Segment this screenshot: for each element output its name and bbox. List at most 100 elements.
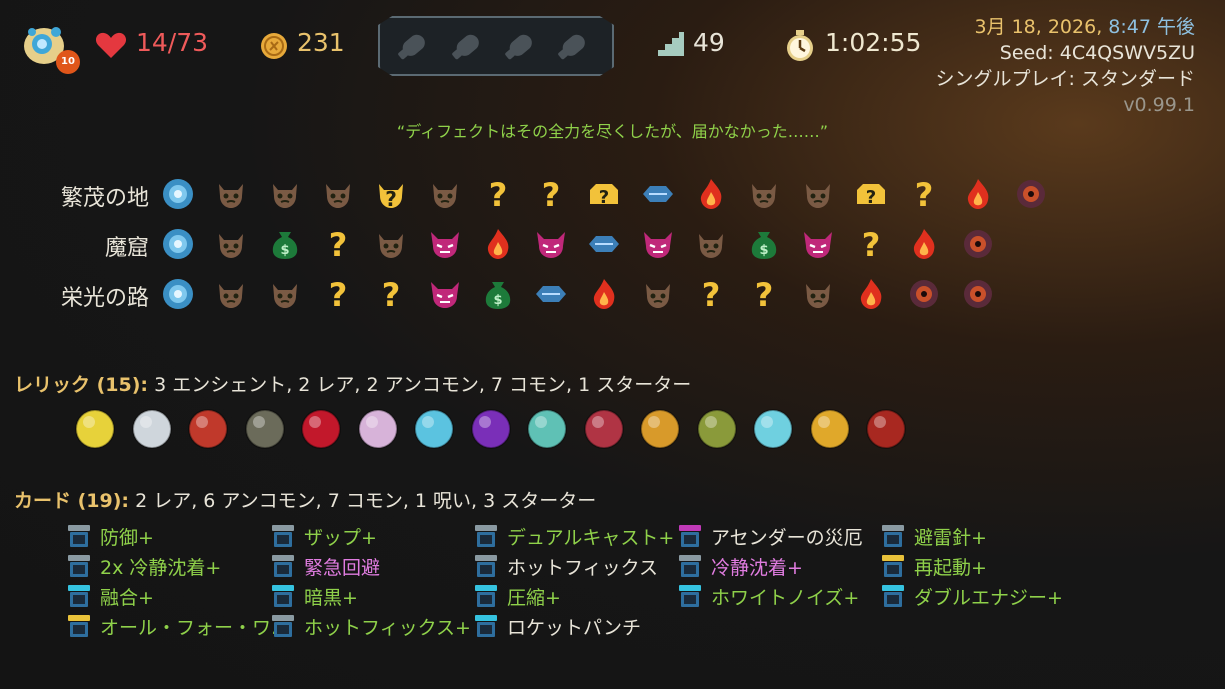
card-name: 防御+ xyxy=(100,527,154,549)
map-node-monster-icon[interactable] xyxy=(267,276,303,312)
gold-coin-icon xyxy=(260,32,288,60)
map-node-rest-icon[interactable] xyxy=(480,226,516,262)
svg-text:?: ? xyxy=(755,276,774,312)
map-node-unknown-icon[interactable]: ? xyxy=(746,276,782,314)
map-node-treasure-icon[interactable] xyxy=(640,176,676,212)
hp-value: 14/73 xyxy=(136,28,209,57)
map-node-treasure-icon[interactable] xyxy=(586,226,622,262)
card-name: デュアルキャスト+ xyxy=(507,527,675,549)
card-name: ダブルエナジー+ xyxy=(914,587,1063,609)
relic-sunflower-pot-icon[interactable] xyxy=(635,402,685,452)
map-node-ancient-icon[interactable] xyxy=(160,226,196,262)
card-skill-icon xyxy=(880,523,906,549)
relic-anvil-icon[interactable] xyxy=(579,402,629,452)
map-node-unknown-icon[interactable]: ? xyxy=(853,226,889,264)
map-node-monster-icon[interactable] xyxy=(800,176,836,212)
card-name: ロケットパンチ xyxy=(507,617,641,639)
relic-ice-crystal-icon[interactable] xyxy=(409,402,459,452)
potion-slot-empty-icon[interactable] xyxy=(554,30,592,62)
relic-dragon-egg-icon[interactable] xyxy=(240,402,290,452)
potion-slot-empty-icon[interactable] xyxy=(394,30,432,62)
map-node-shop-icon[interactable]: $ xyxy=(746,226,782,262)
relic-red-envelope-icon[interactable] xyxy=(296,402,346,452)
relic-potion-flask-icon[interactable] xyxy=(861,402,911,452)
svg-text:$: $ xyxy=(493,293,502,308)
map-node-monster-icon[interactable] xyxy=(373,226,409,262)
map-node-monster-icon[interactable] xyxy=(427,176,463,212)
relic-golden-crown-icon[interactable] xyxy=(805,402,855,452)
relic-lipstick-icon[interactable] xyxy=(183,402,233,452)
svg-text:?: ? xyxy=(385,187,397,211)
gold-value: 231 xyxy=(297,28,345,57)
map-node-unknown-icon[interactable]: ? xyxy=(906,176,942,214)
potion-slot-empty-icon[interactable] xyxy=(448,30,486,62)
death-quote: “ディフェクトはその全力を尽くしたが、届かなかった……” xyxy=(396,122,829,141)
card-name: 冷静沈着+ xyxy=(711,557,803,579)
map-node-elite-icon[interactable] xyxy=(800,226,836,262)
map-node-shop-icon[interactable]: $ xyxy=(267,226,303,262)
act-label: 魔窟 xyxy=(104,236,149,261)
card-skill-icon xyxy=(66,523,92,549)
svg-text:?: ? xyxy=(915,176,934,212)
map-node-rest-icon[interactable] xyxy=(853,276,889,312)
map-node-unknown-icon[interactable]: ? xyxy=(693,276,729,314)
act-row: 魔窟 $? $? xyxy=(0,222,1225,266)
map-node-monster-icon[interactable] xyxy=(213,226,249,262)
map-node-monster-icon[interactable] xyxy=(746,176,782,212)
map-node-rest-icon[interactable] xyxy=(693,176,729,212)
map-node-monster-icon[interactable] xyxy=(213,176,249,212)
map-node-elite-icon[interactable] xyxy=(533,226,569,262)
map-node-unknown-monster-icon[interactable]: ? xyxy=(373,176,409,212)
map-node-rest-icon[interactable] xyxy=(586,276,622,312)
card-name: 2x 冷静沈着+ xyxy=(100,557,222,579)
map-node-elite-icon[interactable] xyxy=(640,226,676,262)
map-node-elite-icon[interactable] xyxy=(427,226,463,262)
map-node-monster-icon[interactable] xyxy=(693,226,729,262)
map-node-ancient-icon[interactable] xyxy=(160,176,196,212)
map-node-unknown-icon[interactable]: ? xyxy=(320,226,356,264)
map-node-monster-icon[interactable] xyxy=(800,276,836,312)
floor-value: 49 xyxy=(693,28,725,57)
potion-belt xyxy=(378,16,614,76)
run-time: 1:02:55 xyxy=(825,28,922,57)
card-skill-icon xyxy=(473,523,499,549)
card-name: 緊急回避 xyxy=(304,557,381,579)
map-node-monster-icon[interactable] xyxy=(267,176,303,212)
map-node-elite-icon[interactable] xyxy=(427,276,463,312)
potion-slot-empty-icon[interactable] xyxy=(501,30,539,62)
map-node-monster-icon[interactable] xyxy=(213,276,249,312)
map-node-unknown-treasure-icon[interactable]: ? xyxy=(853,176,889,212)
card-name: ホットフィックス xyxy=(507,557,659,579)
svg-text:?: ? xyxy=(599,187,609,208)
map-node-unknown-icon[interactable]: ? xyxy=(533,176,569,214)
svg-text:?: ? xyxy=(489,176,508,212)
act-row: 繁茂の地?????? xyxy=(0,172,1225,216)
relics-heading: レリック (15): xyxy=(14,374,149,396)
map-node-ancient-icon[interactable] xyxy=(160,276,196,312)
map-node-treasure-icon[interactable] xyxy=(533,276,569,312)
map-node-boss-icon[interactable] xyxy=(960,226,996,262)
map-node-unknown-treasure-icon[interactable]: ? xyxy=(586,176,622,212)
relic-ticket-icon[interactable] xyxy=(522,402,572,452)
relic-lightning-orb-icon[interactable] xyxy=(70,402,120,452)
map-node-monster-icon[interactable] xyxy=(320,176,356,212)
relic-glass-orb-icon[interactable] xyxy=(127,402,177,452)
stopwatch-icon xyxy=(783,29,817,63)
map-node-unknown-icon[interactable]: ? xyxy=(373,276,409,314)
map-node-rest-icon[interactable] xyxy=(906,226,942,262)
map-node-boss-icon[interactable] xyxy=(1013,176,1049,212)
card-skill-rare-icon xyxy=(270,583,296,609)
map-node-boss-icon[interactable] xyxy=(906,276,942,312)
relic-fern-icon[interactable] xyxy=(692,402,742,452)
map-node-shop-icon[interactable]: $ xyxy=(480,276,516,312)
run-clock: 8:47 午後 xyxy=(1108,16,1195,38)
relic-worm-icon[interactable] xyxy=(353,402,403,452)
map-node-unknown-icon[interactable]: ? xyxy=(480,176,516,214)
card-name: ホワイトノイズ+ xyxy=(711,587,860,609)
relic-gem-pendant-icon[interactable] xyxy=(748,402,798,452)
map-node-rest-icon[interactable] xyxy=(960,176,996,212)
map-node-monster-icon[interactable] xyxy=(640,276,676,312)
relic-purple-flame-icon[interactable] xyxy=(466,402,516,452)
map-node-unknown-icon[interactable]: ? xyxy=(320,276,356,314)
map-node-boss-icon[interactable] xyxy=(960,276,996,312)
